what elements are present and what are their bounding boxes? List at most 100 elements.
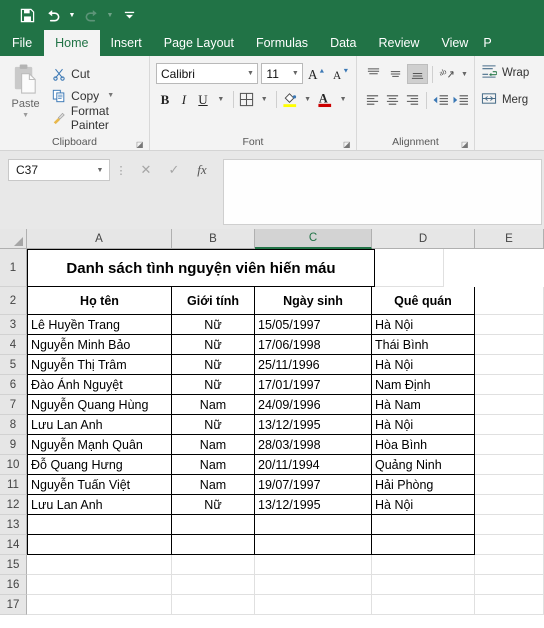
tab-file[interactable]: File [0,30,44,56]
font-color-button[interactable]: A [316,89,334,110]
cell-d4-hometown[interactable]: Thái Bình [372,335,475,355]
font-size-combobox[interactable]: 11 ▼ [261,63,304,84]
cell-c8-dob[interactable]: 13/12/1995 [255,415,372,435]
cell-a4-name[interactable]: Nguyễn Minh Bảo [27,335,172,355]
cell-d5-hometown[interactable]: Hà Nội [372,355,475,375]
formula-input[interactable] [223,159,542,225]
cell-a9-name[interactable]: Nguyễn Mạnh Quân [27,435,172,455]
cell-d6-hometown[interactable]: Nam Định [372,375,475,395]
cell-d7-hometown[interactable]: Hà Nam [372,395,475,415]
row-header-2[interactable]: 2 [0,287,27,315]
cell-d11-hometown[interactable]: Hải Phòng [372,475,475,495]
wrap-text-button[interactable]: Wrap [475,59,544,82]
fill-color-dropdown-caret[interactable]: ▼ [300,89,316,110]
row-header-13[interactable]: 13 [0,515,27,535]
clipboard-dialog-launcher[interactable]: ◪ [136,140,145,149]
cell-d2-header-hometown[interactable]: Quê quán [372,287,475,315]
cell-d15[interactable] [372,555,475,575]
cell-e16[interactable] [475,575,544,595]
enter-formula-button[interactable]: ✓ [160,159,188,181]
column-header-b[interactable]: B [172,229,255,249]
cell-a8-name[interactable]: Lưu Lan Anh [27,415,172,435]
copy-button[interactable]: Copy ▼ [51,86,149,105]
row-header-3[interactable]: 3 [0,315,27,335]
cell-d3-hometown[interactable]: Hà Nội [372,315,475,335]
row-header-11[interactable]: 11 [0,475,27,495]
fill-color-button[interactable] [281,89,299,110]
font-name-combobox[interactable]: Calibri ▼ [155,63,259,84]
cell-a5-name[interactable]: Nguyễn Thị Trâm [27,355,172,375]
cell-c5-dob[interactable]: 25/11/1996 [255,355,372,375]
cell-c11-dob[interactable]: 19/07/1997 [255,475,372,495]
cut-button[interactable]: Cut [51,64,149,83]
cell-d16[interactable] [372,575,475,595]
format-painter-button[interactable]: Format Painter [51,104,149,132]
paste-dropdown-caret[interactable]: ▼ [22,112,29,119]
cell-c16[interactable] [255,575,372,595]
row-header-15[interactable]: 15 [0,555,27,575]
cell-a10-name[interactable]: Đỗ Quang Hưng [27,455,172,475]
borders-dropdown-caret[interactable]: ▼ [256,89,272,110]
copy-dropdown-caret[interactable]: ▼ [107,92,114,99]
cell-e4[interactable] [475,335,544,355]
cell-b17[interactable] [172,595,255,615]
cell-c15[interactable] [255,555,372,575]
orientation-dropdown-caret[interactable]: ▼ [459,64,470,84]
tab-overflow[interactable]: P [479,30,495,56]
align-right-button[interactable] [403,90,422,110]
cell-a15[interactable] [27,555,172,575]
column-header-a[interactable]: A [27,229,172,249]
row-header-4[interactable]: 4 [0,335,27,355]
cell-a6-name[interactable]: Đào Ánh Nguyệt [27,375,172,395]
cell-d17[interactable] [372,595,475,615]
increase-indent-button[interactable] [451,90,470,110]
insert-function-button[interactable]: fx [188,159,216,181]
cell-e7[interactable] [475,395,544,415]
cell-d10-hometown[interactable]: Quảng Ninh [372,455,475,475]
tab-review[interactable]: Review [367,30,430,56]
align-center-button[interactable] [383,90,402,110]
cell-e6[interactable] [475,375,544,395]
cell-d14-hometown[interactable] [372,535,475,555]
cell-c7-dob[interactable]: 24/09/1996 [255,395,372,415]
cell-e15[interactable] [475,555,544,575]
cell-b11-gender[interactable]: Nam [172,475,255,495]
cell-b16[interactable] [172,575,255,595]
bold-button[interactable]: B [156,89,174,110]
cell-b9-gender[interactable]: Nam [172,435,255,455]
cell-c6-dob[interactable]: 17/01/1997 [255,375,372,395]
cell-d9-hometown[interactable]: Hòa Bình [372,435,475,455]
cell-b15[interactable] [172,555,255,575]
select-all-button[interactable] [0,229,27,249]
cell-a1-title[interactable]: Danh sách tình nguyện viên hiến máu [27,249,375,287]
name-box[interactable]: C37 ▼ [8,159,110,181]
font-color-dropdown-caret[interactable]: ▼ [335,89,351,110]
cell-b13-gender[interactable] [172,515,255,535]
tab-insert[interactable]: Insert [100,30,153,56]
cell-e5[interactable] [475,355,544,375]
merge-and-center-button[interactable]: Merg [475,82,544,109]
align-left-button[interactable] [363,90,382,110]
align-bottom-button[interactable] [406,64,428,84]
cell-b2-header-gender[interactable]: Giới tính [172,287,255,315]
row-header-1[interactable]: 1 [0,249,27,287]
cell-b14-gender[interactable] [172,535,255,555]
row-header-10[interactable]: 10 [0,455,27,475]
cell-b10-gender[interactable]: Nam [172,455,255,475]
row-header-8[interactable]: 8 [0,415,27,435]
cell-b7-gender[interactable]: Nam [172,395,255,415]
row-header-17[interactable]: 17 [0,595,27,615]
cell-e9[interactable] [475,435,544,455]
cell-d12-hometown[interactable]: Hà Nội [372,495,475,515]
cell-e14[interactable] [475,535,544,555]
cell-c13-dob[interactable] [255,515,372,535]
cell-c14-dob[interactable] [255,535,372,555]
column-header-e[interactable]: E [475,229,544,249]
cell-e12[interactable] [475,495,544,515]
cell-c12-dob[interactable]: 13/12/1995 [255,495,372,515]
undo-button[interactable] [40,3,66,27]
align-top-button[interactable] [363,64,384,84]
italic-button[interactable]: I [175,89,193,110]
cell-e11[interactable] [475,475,544,495]
cell-c9-dob[interactable]: 28/03/1998 [255,435,372,455]
